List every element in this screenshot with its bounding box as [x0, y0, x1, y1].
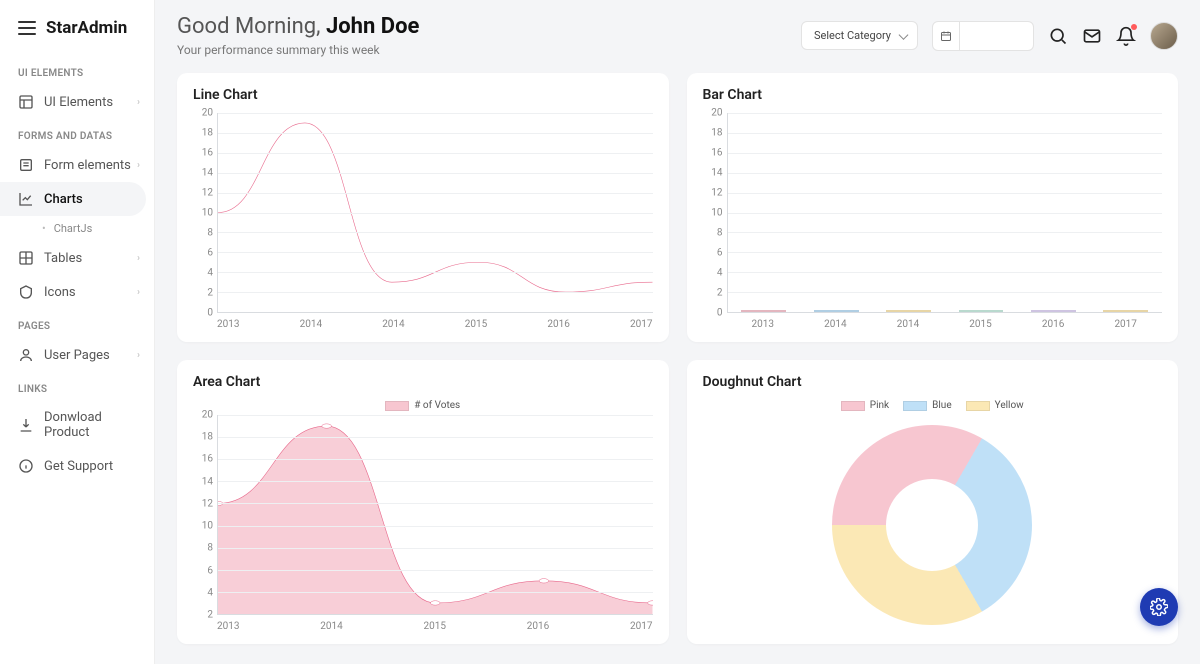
- sidebar-item-label: User Pages: [44, 348, 110, 363]
- area-chart-title: Area Chart: [193, 374, 653, 390]
- doughnut-chart-card: Doughnut Chart Pink Blue Yellow: [687, 360, 1179, 644]
- legend-label: Pink: [870, 400, 889, 411]
- bar: [741, 310, 786, 312]
- legend-swatch: [841, 401, 865, 411]
- category-select[interactable]: Select Category: [801, 21, 918, 50]
- page-subtitle: Your performance summary this week: [177, 43, 787, 57]
- greeting-prefix: Good Morning,: [177, 14, 320, 39]
- line-chart-title: Line Chart: [193, 87, 653, 103]
- chevron-right-icon: ›: [137, 287, 140, 298]
- date-picker[interactable]: [932, 21, 1034, 51]
- icons-icon: [18, 284, 34, 300]
- settings-fab[interactable]: [1140, 588, 1178, 626]
- bar: [886, 310, 931, 312]
- sidebar-item-ui-elements[interactable]: UI Elements ›: [0, 85, 154, 119]
- brand-text: StarAdmin: [46, 18, 127, 38]
- chart-icon: [18, 191, 34, 207]
- sidebar-section-title: FORMS AND DATAS: [0, 119, 154, 148]
- sidebar-item-label: UI Elements: [44, 95, 113, 110]
- search-icon[interactable]: [1048, 26, 1068, 46]
- bell-icon[interactable]: [1116, 26, 1136, 46]
- sidebar-item-label: Icons: [44, 285, 76, 300]
- legend-label: Blue: [932, 400, 951, 411]
- bar-chart-card: Bar Chart 20181614121086420 201320142014…: [687, 73, 1179, 342]
- notification-dot: [1131, 24, 1137, 30]
- info-icon: [18, 458, 34, 474]
- avatar[interactable]: [1150, 22, 1178, 50]
- legend-item: Yellow: [966, 400, 1024, 411]
- bar: [959, 310, 1004, 312]
- doughnut-legend: Pink Blue Yellow: [703, 400, 1163, 411]
- legend-label: Yellow: [995, 400, 1024, 411]
- sidebar-item-user-pages[interactable]: User Pages ›: [0, 338, 154, 372]
- line-chart: 20181614121086420 2013201420142015201620…: [193, 113, 653, 330]
- area-legend: # of Votes: [193, 400, 653, 411]
- sidebar-item-label: Tables: [44, 251, 82, 266]
- bar-chart-title: Bar Chart: [703, 87, 1163, 103]
- mail-icon[interactable]: [1082, 26, 1102, 46]
- sidebar-subitem[interactable]: ChartJs: [0, 216, 154, 241]
- chevron-right-icon: ›: [137, 97, 140, 108]
- hamburger-icon[interactable]: [18, 21, 36, 35]
- sidebar-section-title: UI ELEMENTS: [0, 56, 154, 85]
- sidebar-section-title: PAGES: [0, 309, 154, 338]
- bar-chart: 20181614121086420 2013201420142015201620…: [703, 113, 1163, 330]
- sidebar-item-label: Donwload Product: [44, 410, 136, 440]
- sidebar-item-label: Get Support: [44, 459, 113, 474]
- sidebar-item-label: Charts: [44, 192, 83, 207]
- doughnut-chart: [832, 425, 1032, 625]
- bar: [1103, 310, 1148, 312]
- legend-item: Pink: [841, 400, 889, 411]
- sidebar-item-get-support[interactable]: Get Support: [0, 449, 154, 483]
- line-chart-card: Line Chart 20181614121086420 20132014201…: [177, 73, 669, 342]
- user-icon: [18, 347, 34, 363]
- chevron-right-icon: ›: [137, 160, 140, 171]
- bar: [1031, 310, 1076, 312]
- date-input[interactable]: [960, 21, 1034, 51]
- download-icon: [18, 417, 34, 433]
- legend-swatch: [903, 401, 927, 411]
- sidebar-item-form-elements[interactable]: Form elements ›: [0, 148, 154, 182]
- chevron-right-icon: ›: [137, 350, 140, 361]
- page-greeting: Good Morning, John Doe: [177, 14, 787, 39]
- calendar-icon[interactable]: [932, 21, 960, 51]
- legend-item: Blue: [903, 400, 951, 411]
- legend-swatch: [966, 401, 990, 411]
- table-icon: [18, 250, 34, 266]
- bar: [814, 310, 859, 312]
- topbar: Good Morning, John Doe Your performance …: [177, 14, 1178, 57]
- area-chart: 2018161412108642 20132014201520162017: [193, 415, 653, 632]
- chevron-right-icon: ›: [137, 253, 140, 264]
- greeting-name: John Doe: [326, 14, 419, 39]
- sidebar-section-title: LINKS: [0, 372, 154, 401]
- brand: StarAdmin: [0, 18, 154, 56]
- sidebar-item-tables[interactable]: Tables ›: [0, 241, 154, 275]
- sidebar: StarAdmin UI ELEMENTS UI Elements › FORMS A…: [0, 0, 155, 664]
- sidebar-item-charts[interactable]: Charts: [0, 182, 146, 216]
- doughnut-chart-title: Doughnut Chart: [703, 374, 1163, 390]
- sidebar-item-icons[interactable]: Icons ›: [0, 275, 154, 309]
- sidebar-item-donwload-product[interactable]: Donwload Product: [0, 401, 154, 449]
- sidebar-item-label: Form elements: [44, 158, 131, 173]
- area-legend-label: # of Votes: [414, 400, 460, 411]
- area-legend-swatch: [385, 401, 409, 411]
- area-chart-card: Area Chart # of Votes 2018161412108642 2…: [177, 360, 669, 644]
- layout-icon: [18, 94, 34, 110]
- form-icon: [18, 157, 34, 173]
- main: Good Morning, John Doe Your performance …: [155, 0, 1200, 664]
